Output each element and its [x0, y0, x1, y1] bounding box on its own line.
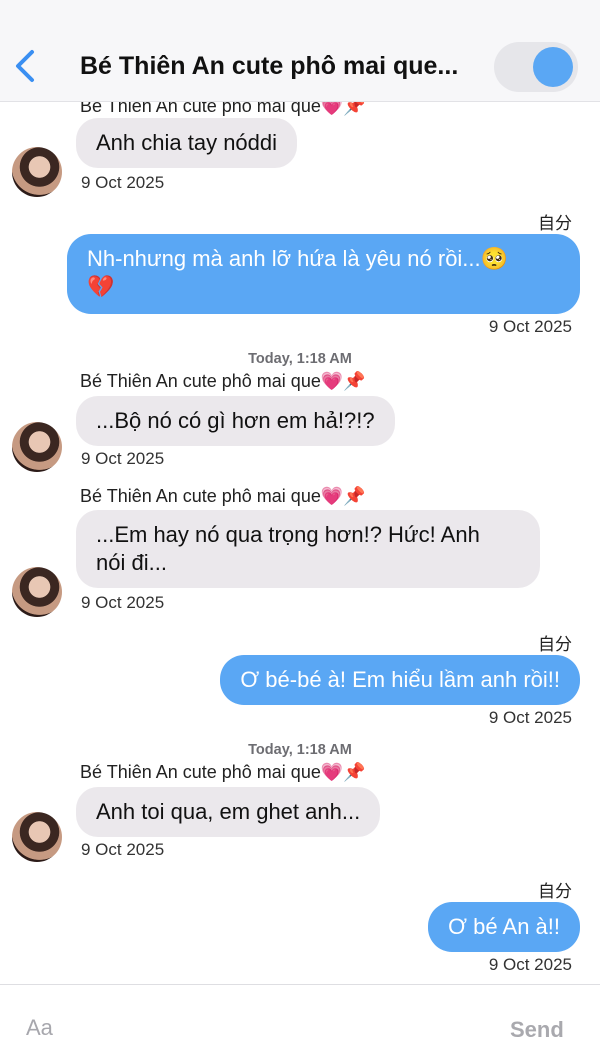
message-date: 9 Oct 2025	[81, 840, 165, 859]
incoming-message-bubble[interactable]: ...Em hay nó qua trọng hơn!? Hức! Anh nó…	[76, 510, 540, 588]
outgoing-message-bubble[interactable]: Ơ bé An à!!	[428, 902, 580, 952]
message-date: 9 Oct 2025	[81, 449, 165, 468]
timestamp: Today, 1:18 AM	[248, 742, 352, 758]
incoming-message-bubble[interactable]: Anh chia tay nóddi	[76, 118, 298, 168]
message-date: 9 Oct 2025	[81, 593, 165, 612]
message-date: 9 Oct 2025	[488, 317, 572, 336]
message-text-line: 💔	[87, 274, 115, 299]
avatar[interactable]	[12, 812, 62, 862]
self-label: 自分	[538, 214, 572, 233]
outgoing-message-bubble[interactable]: Nh-nhưng mà anh lỡ hứa là yêu nó rồi...🥺…	[67, 234, 580, 314]
chat-title: Bé Thiên An cute phô mai que...	[80, 52, 459, 80]
message-date: 9 Oct 2025	[81, 173, 165, 192]
outgoing-message-bubble[interactable]: Ơ bé-bé à! Em hiểu lầm anh rồi!!	[220, 655, 580, 705]
sender-name: Bé Thiên An cute phô mai que💗📌	[80, 371, 366, 391]
message-text-line: ...Em hay nó qua trọng hơn!? Hức! Anh	[96, 522, 480, 547]
message-input[interactable]: Aa	[26, 1015, 53, 1041]
message-list: Bé Thiên An cute phô mai que💗📌 Anh chia …	[0, 102, 600, 984]
message-date: 9 Oct 2025	[488, 708, 572, 727]
avatar[interactable]	[12, 567, 62, 617]
message-text-line: nói đi...	[96, 550, 167, 575]
chevron-left-icon	[16, 50, 34, 82]
incoming-message-bubble[interactable]: Anh toi qua, em ghet anh...	[76, 787, 381, 837]
message-date: 9 Oct 2025	[488, 955, 572, 974]
sender-name: Bé Thiên An cute phô mai que💗📌	[80, 762, 366, 782]
message-composer: Aa Send	[0, 984, 600, 1060]
chat-header: Bé Thiên An cute phô mai que...	[0, 0, 600, 102]
back-button[interactable]	[8, 44, 44, 88]
header-toggle[interactable]	[494, 42, 578, 92]
incoming-message-bubble[interactable]: ...Bộ nó có gì hơn em hả!?!?	[76, 396, 395, 446]
sender-name: Bé Thiên An cute phô mai que💗📌	[80, 102, 366, 116]
avatar[interactable]	[12, 422, 62, 472]
avatar[interactable]	[12, 147, 62, 197]
sender-name: Bé Thiên An cute phô mai que💗📌	[80, 486, 366, 506]
toggle-knob	[533, 47, 573, 87]
message-text-line: Nh-nhưng mà anh lỡ hứa là yêu nó rồi...🥺	[87, 246, 509, 271]
send-button[interactable]: Send	[510, 1017, 564, 1043]
self-label: 自分	[538, 635, 572, 654]
timestamp: Today, 1:18 AM	[248, 351, 352, 367]
self-label: 自分	[538, 882, 572, 901]
